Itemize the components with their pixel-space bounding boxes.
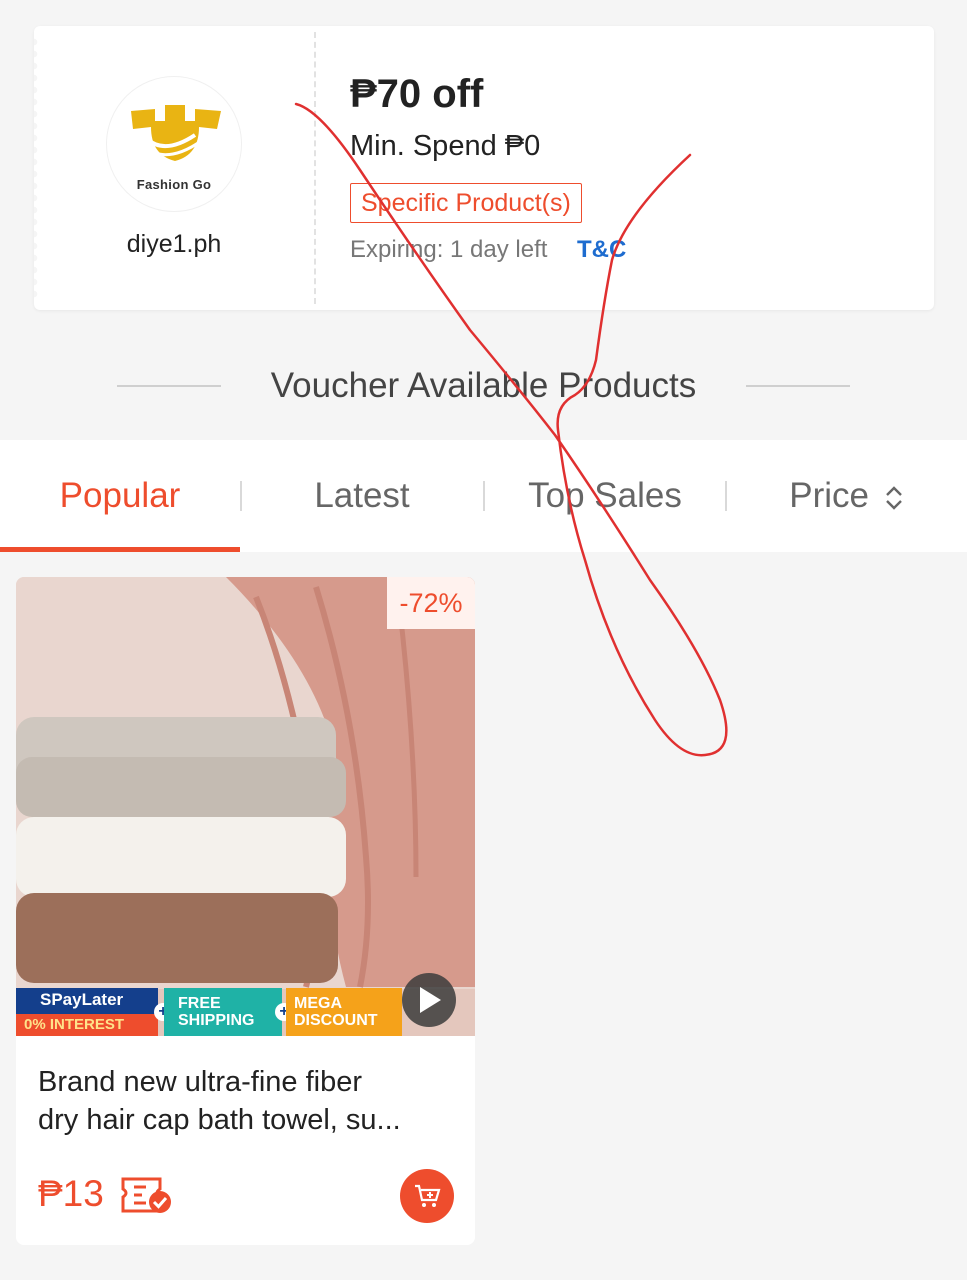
- ticket-edge: [34, 36, 38, 300]
- shop-logo-text: Fashion Go: [136, 177, 212, 192]
- add-to-cart-button[interactable]: [400, 1169, 454, 1223]
- video-play-button[interactable]: [402, 973, 456, 1027]
- sort-chevrons-icon: [885, 486, 902, 510]
- spaylater-badge: SPayLater 0% INTEREST: [16, 988, 158, 1036]
- interest-text: 0% INTEREST: [16, 1014, 158, 1036]
- discount-badge: -72%: [387, 577, 475, 629]
- voucher-expiry: Expiring: 1 day left: [350, 236, 548, 263]
- product-title-line: dry hair cap bath towel, su...: [38, 1104, 401, 1136]
- towel-illustration: [16, 577, 475, 1036]
- section-rule-right: [746, 385, 850, 387]
- product-card[interactable]: -72% SPayLater 0% INTEREST + FREE SHIPPI…: [16, 577, 475, 1245]
- shop-logo-icon: [131, 105, 221, 161]
- spaylater-text: SPayLater: [40, 990, 124, 1009]
- mega-text: MEGA: [294, 995, 342, 1012]
- tab-price-label: Price: [789, 476, 869, 515]
- sort-tabs: Popular Latest Top Sales Price: [0, 440, 967, 552]
- tab-price[interactable]: Price: [727, 440, 967, 552]
- product-image[interactable]: -72% SPayLater 0% INTEREST + FREE SHIPPI…: [16, 577, 475, 1036]
- play-icon: [420, 987, 441, 1013]
- product-price: ₱13: [38, 1173, 104, 1214]
- shop-name[interactable]: diye1.ph: [74, 230, 274, 259]
- mega-discount-badge: MEGA DISCOUNT: [286, 988, 402, 1036]
- free-text: FREE: [178, 995, 221, 1012]
- shop-logo[interactable]: Fashion Go: [106, 76, 242, 212]
- shipping-text: SHIPPING: [178, 1012, 255, 1029]
- voucher-tag: Specific Product(s): [350, 183, 582, 223]
- free-shipping-badge: FREE SHIPPING: [164, 988, 282, 1036]
- cart-icon: [415, 1184, 441, 1207]
- voucher-min-spend: Min. Spend ₱0: [350, 130, 541, 162]
- voucher-amount: ₱70 off: [350, 72, 484, 116]
- tab-top-sales[interactable]: Top Sales: [485, 440, 725, 552]
- voucher-divider: [314, 32, 316, 304]
- voucher-applicable-icon: [121, 1177, 171, 1213]
- terms-link[interactable]: T&C: [577, 236, 626, 264]
- product-title-line: Brand new ultra-fine fiber: [38, 1066, 362, 1098]
- product-title[interactable]: Brand new ultra-fine fiber dry hair cap …: [38, 1063, 448, 1139]
- voucher-card: Fashion Go diye1.ph ₱70 off Min. Spend ₱…: [34, 26, 934, 310]
- active-tab-indicator: [0, 547, 240, 552]
- tab-popular[interactable]: Popular: [0, 440, 240, 552]
- discount-text: DISCOUNT: [294, 1012, 378, 1029]
- tab-latest[interactable]: Latest: [242, 440, 482, 552]
